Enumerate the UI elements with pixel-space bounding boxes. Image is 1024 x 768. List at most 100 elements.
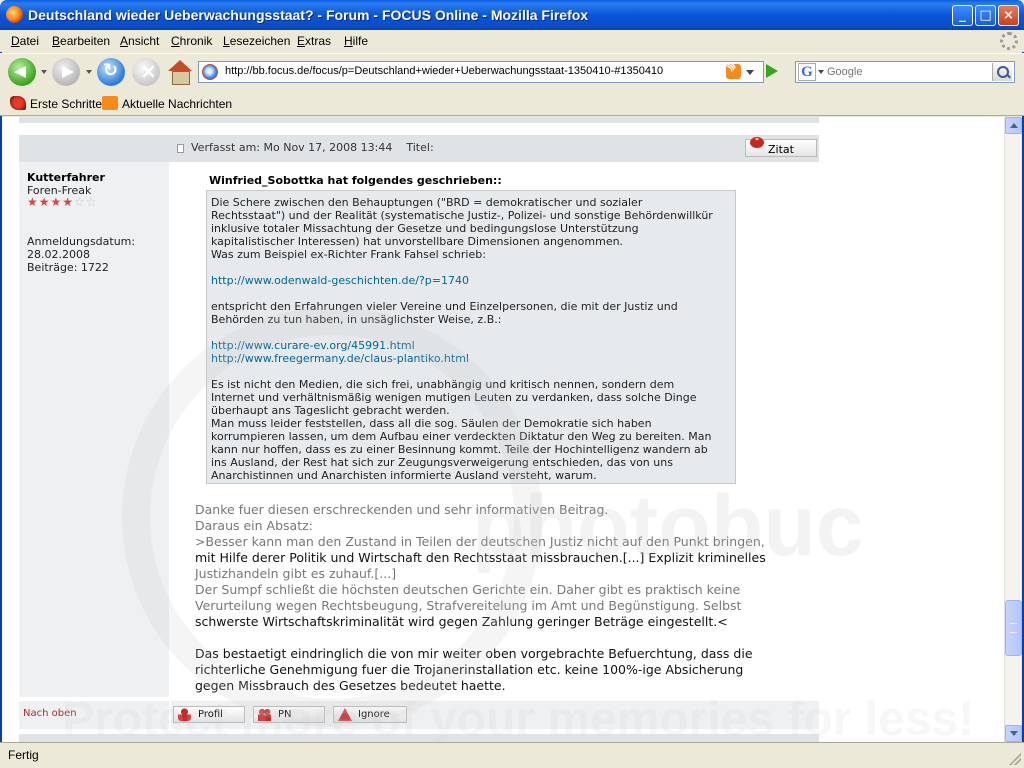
status-text: Fertig <box>8 748 39 762</box>
resize-grip-icon[interactable] <box>1009 753 1021 765</box>
profile-button-label: Profil <box>198 709 223 720</box>
search-engine-dropdown-icon[interactable] <box>818 70 824 74</box>
quote-button[interactable]: " Zitat <box>745 137 817 157</box>
rank-stars-empty: ☆☆ <box>74 195 98 209</box>
quote-attribution: Winfried_Sobottka hat folgendes geschrie… <box>209 174 502 187</box>
go-arrow-icon[interactable] <box>766 64 778 78</box>
status-bar: Fertig <box>0 742 1024 768</box>
menu-datei[interactable]: Datei <box>11 34 39 48</box>
menu-bearbeiten[interactable]: Bearbeiten <box>52 34 110 48</box>
forum-post: Verfasst am: Mo Nov 17, 2008 13:44 Titel:… <box>19 117 819 742</box>
back-history-dropdown-icon[interactable] <box>41 70 47 74</box>
quote-link-freegermany[interactable]: http://www.freegermany.de/claus-plantiko… <box>211 352 469 365</box>
quote-line: kapitalistischer Interessen) hat unvorst… <box>211 235 624 248</box>
reload-icon[interactable] <box>97 58 125 86</box>
page-content: Verfasst am: Mo Nov 17, 2008 13:44 Titel:… <box>2 117 1004 742</box>
reply-line: Verurteilung wegen Rechtsbeugung, Strafv… <box>195 598 742 613</box>
reply-line: Das bestaetigt eindringlich die von mir … <box>195 646 753 661</box>
quote-line: Die Schere zwischen den Behauptungen ("B… <box>211 196 643 209</box>
profile-person-icon <box>178 708 191 721</box>
quote-block: Die Schere zwischen den Behauptungen ("B… <box>206 190 736 484</box>
google-search-engine-icon[interactable]: G <box>798 63 816 81</box>
rss-feed-icon[interactable] <box>726 64 741 79</box>
back-arrow-icon[interactable] <box>8 58 36 86</box>
vertical-scrollbar[interactable] <box>1004 117 1022 742</box>
back-to-top-link[interactable]: Nach oben <box>23 708 77 719</box>
private-message-button[interactable]: PN <box>253 706 325 723</box>
post-bottom-divider <box>19 734 819 742</box>
post-title-label: Titel: <box>406 141 434 154</box>
quote-line: Was zum Beispiel ex-Richter Frank Fahsel… <box>211 248 486 261</box>
registration-label: Anmeldungsdatum: <box>27 235 136 248</box>
quote-line: Es ist nicht den Medien, die sich frei, … <box>211 378 675 391</box>
quote-line: inklusive totaler Missachtung der Gesetz… <box>211 222 639 235</box>
window-title: Deutschland wieder Ueberwachungsstaat? -… <box>28 7 589 23</box>
author-name[interactable]: Kutterfahrer <box>27 171 105 184</box>
ignore-button-label: Ignore <box>358 709 390 720</box>
throbber-icon <box>1000 32 1018 50</box>
profile-button[interactable]: Profil <box>173 706 245 723</box>
ignore-button[interactable]: Ignore <box>333 706 407 723</box>
warning-icon <box>338 708 352 721</box>
rss-bookmark-icon <box>102 96 118 110</box>
post-meta: Verfasst am: Mo Nov 17, 2008 13:44 Titel: <box>191 141 434 154</box>
search-magnifier-icon[interactable] <box>992 63 1012 81</box>
divider <box>19 123 819 124</box>
menu-ansicht[interactable]: Ansicht <box>120 34 159 48</box>
search-bar[interactable]: G <box>795 61 1015 83</box>
registration-date: 28.02.2008 <box>27 248 90 261</box>
forward-arrow-icon[interactable] <box>52 58 80 86</box>
menu-chronik[interactable]: Chronik <box>171 34 212 48</box>
post-document-icon <box>177 144 184 153</box>
forward-history-dropdown-icon[interactable] <box>86 70 92 74</box>
site-favicon-icon <box>202 64 218 80</box>
reply-line: mit Hilfe derer Politik und Wirtschaft d… <box>195 550 766 565</box>
pm-button-label: PN <box>278 709 292 720</box>
minimize-button[interactable]: _ <box>952 5 973 26</box>
quote-line: überhaupt ans Tageslicht gebracht werden… <box>211 404 450 417</box>
scroll-thumb[interactable] <box>1005 600 1022 656</box>
quote-line: Rechtsstaat") und der Realität (systemat… <box>211 209 713 222</box>
bookmark-aktuelle-nachrichten[interactable]: Aktuelle Nachrichten <box>102 96 232 111</box>
quote-line: Man muss leider feststellen, dass all di… <box>211 417 652 430</box>
scroll-up-arrow-icon[interactable] <box>1005 117 1022 134</box>
quote-line: korrumpieren lassen, um dem Aufbau einer… <box>211 430 712 443</box>
reply-line: Justizhandeln gibt es zuhauf.[...] <box>195 566 397 581</box>
post-count: Beiträge: 1722 <box>27 261 109 274</box>
reply-line: Der Sumpf schließt die höchsten deutsche… <box>195 582 741 597</box>
reply-line: gegen Missbrauch des Gesetzes bedeutet h… <box>195 678 506 693</box>
post-date: Verfasst am: Mo Nov 17, 2008 13:44 <box>191 141 393 154</box>
reply-line: >Besser kann man den Zustand in Teilen d… <box>195 534 765 549</box>
bookmark-erste-schritte[interactable]: Erste Schritte <box>10 96 102 111</box>
url-history-dropdown-icon[interactable] <box>746 70 754 75</box>
firefox-bookmark-icon <box>10 96 26 110</box>
bookmark-label: Aktuelle Nachrichten <box>122 97 233 111</box>
reply-line: richterliche Genehmigung fuer die Trojan… <box>195 662 744 677</box>
menu-lesezeichen[interactable]: Lesezeichen <box>223 34 290 48</box>
stop-icon[interactable] <box>132 58 160 86</box>
home-icon[interactable] <box>166 58 194 86</box>
scroll-down-arrow-icon[interactable] <box>1005 725 1022 742</box>
navigation-toolbar: http://bb.focus.de/focus/p=Deutschland+w… <box>0 53 1024 91</box>
rank-stars-filled: ★★★★ <box>27 195 75 209</box>
quote-line: Anarchistinnen und Anarchisten informier… <box>211 469 597 482</box>
quote-link-odenwald[interactable]: http://www.odenwald-geschichten.de/?p=17… <box>211 274 469 287</box>
firefox-icon <box>6 6 23 23</box>
menu-extras[interactable]: Extras <box>297 34 331 48</box>
reply-line: Daraus ein Absatz: <box>195 518 313 533</box>
url-text[interactable]: http://bb.focus.de/focus/p=Deutschland+w… <box>225 65 663 77</box>
rank-stars: ★★★★☆☆ <box>27 195 98 209</box>
quote-line: kann nur hoffen, dass es zu einer Besinn… <box>211 443 708 456</box>
quote-line: Internet und verhältnismäßig wenigen mut… <box>211 391 697 404</box>
bookmarks-toolbar: Erste Schritte Aktuelle Nachrichten <box>0 91 1024 116</box>
menu-hilfe[interactable]: Hilfe <box>344 34 368 48</box>
pm-persons-icon <box>258 708 271 721</box>
maximize-button[interactable]: □ <box>975 5 996 26</box>
search-input[interactable] <box>827 64 987 80</box>
url-bar[interactable]: http://bb.focus.de/focus/p=Deutschland+w… <box>198 61 764 83</box>
menu-bar: Datei Bearbeiten Ansicht Chronik Lesezei… <box>0 30 1024 52</box>
quote-link-curare[interactable]: http://www.curare-ev.org/45991.html <box>211 339 415 352</box>
title-bar: Deutschland wieder Ueberwachungsstaat? -… <box>0 0 1024 30</box>
close-button[interactable]: × <box>998 5 1019 26</box>
quote-line: entspricht den Erfahrungen vieler Verein… <box>211 300 678 313</box>
